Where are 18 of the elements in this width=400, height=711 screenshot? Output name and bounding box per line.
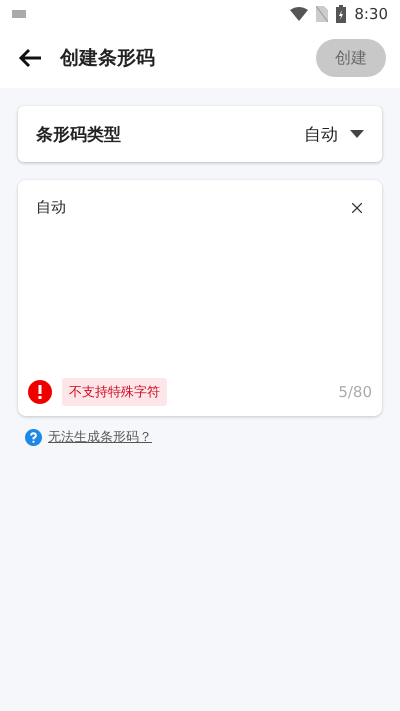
selector-label: 条形码类型 (36, 124, 122, 146)
input-value: 自动 (36, 198, 66, 217)
input-field[interactable]: 自动 不支持特殊字符 5/80 (18, 180, 382, 416)
character-counter: 5/80 (338, 383, 372, 401)
close-icon[interactable] (352, 202, 362, 212)
help-icon (25, 428, 42, 446)
back-icon[interactable] (18, 48, 42, 68)
status-time: 8:30 (354, 5, 388, 23)
wifi-icon (290, 7, 308, 21)
error-message: 不支持特殊字符 (62, 378, 167, 406)
help-link[interactable]: 无法生成条形码？ (48, 428, 152, 446)
no-sim-icon (316, 6, 328, 22)
barcode-type-selector[interactable]: 条形码类型 自动 (18, 106, 382, 162)
battery-icon (336, 5, 346, 23)
page-title: 创建条形码 (60, 46, 156, 71)
dropdown-icon (350, 130, 364, 138)
error-icon (28, 380, 52, 404)
selector-value: 自动 (304, 124, 338, 146)
